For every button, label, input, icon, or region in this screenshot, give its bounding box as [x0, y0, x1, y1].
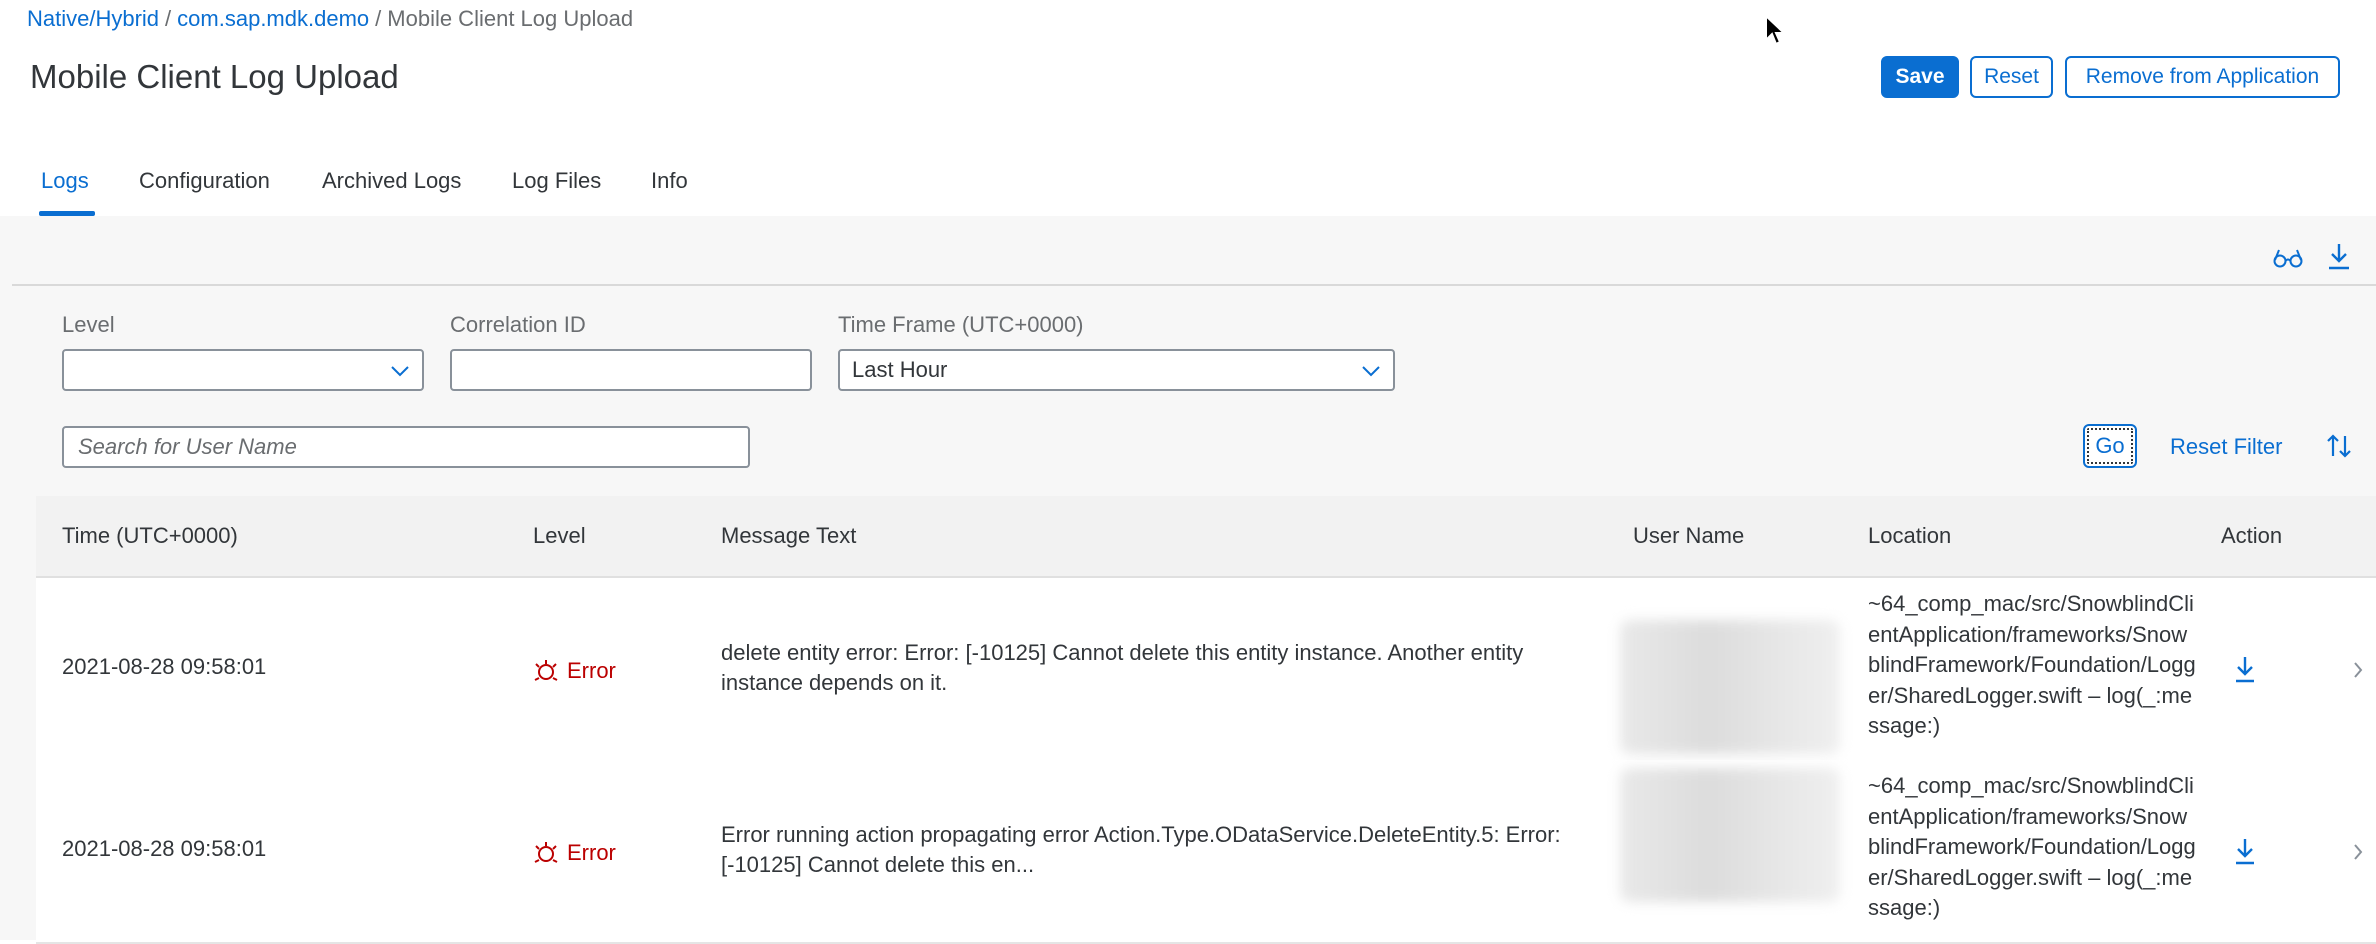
reset-button[interactable]: Reset — [1970, 56, 2053, 98]
row-time: 2021-08-28 09:58:01 — [62, 654, 267, 679]
time-frame-value: Last Hour — [852, 357, 948, 382]
row-location: ~64_comp_mac/src/SnowblindClientApplicat… — [1868, 591, 2196, 738]
row-level: Error — [533, 656, 616, 686]
row-user-name-blurred — [1620, 620, 1840, 754]
correlation-id-label: Correlation ID — [450, 312, 586, 337]
column-header-time[interactable]: Time (UTC+0000) — [62, 496, 238, 576]
tab-configuration[interactable]: Configuration — [139, 150, 270, 218]
reset-filter-button[interactable]: Reset Filter — [2170, 434, 2282, 460]
column-header-user-name[interactable]: User Name — [1633, 496, 1744, 576]
table-row[interactable]: 2021-08-28 09:58:01 Error Error running … — [36, 760, 2376, 944]
table-row[interactable]: 2021-08-28 09:58:01 Error delete entity … — [36, 578, 2376, 762]
chevron-right-icon[interactable] — [2348, 658, 2368, 682]
save-button[interactable]: Save — [1881, 56, 1959, 98]
download-icon[interactable] — [2232, 836, 2258, 866]
row-level-text: Error — [567, 658, 616, 683]
table-header: Time (UTC+0000) Level Message Text User … — [36, 496, 2376, 578]
user-name-search-input[interactable] — [76, 433, 736, 461]
glasses-icon[interactable] — [2272, 242, 2304, 274]
row-level: Error — [533, 838, 616, 868]
tab-archived-logs[interactable]: Archived Logs — [322, 150, 461, 218]
page-title: Mobile Client Log Upload — [30, 58, 399, 95]
row-time: 2021-08-28 09:58:01 — [62, 836, 267, 861]
go-button[interactable]: Go — [2083, 424, 2137, 468]
row-user-name-blurred — [1620, 768, 1840, 902]
mouse-cursor-icon — [1764, 13, 1787, 48]
chevron-down-icon[interactable] — [1359, 359, 1383, 383]
level-select[interactable] — [62, 349, 424, 391]
breadcrumb: Native/Hybrid / com.sap.mdk.demo / Mobile Cl… — [27, 6, 633, 32]
tab-logs[interactable]: Logs — [39, 150, 95, 218]
column-header-message[interactable]: Message Text — [721, 496, 856, 576]
breadcrumb-separator: / — [375, 6, 382, 31]
column-header-level[interactable]: Level — [533, 496, 586, 576]
time-frame-select[interactable]: Last Hour — [838, 349, 1395, 391]
column-header-location[interactable]: Location — [1868, 496, 1951, 576]
download-icon[interactable] — [2324, 240, 2354, 272]
correlation-id-field[interactable] — [450, 349, 812, 391]
row-message: delete entity error: Error: [-10125] Can… — [721, 640, 1524, 695]
toolbar-divider — [12, 284, 2376, 286]
row-level-text: Error — [567, 840, 616, 865]
download-icon[interactable] — [2232, 654, 2258, 684]
tab-log-files[interactable]: Log Files — [512, 150, 601, 218]
remove-from-application-button[interactable]: Remove from Application — [2065, 56, 2340, 98]
chevron-right-icon[interactable] — [2348, 840, 2368, 864]
row-message: Error running action propagating error A… — [721, 822, 1561, 877]
level-filter-label: Level — [62, 312, 115, 337]
error-icon — [533, 658, 559, 684]
breadcrumb-current: Mobile Client Log Upload — [387, 6, 634, 31]
row-location: ~64_comp_mac/src/SnowblindClientApplicat… — [1868, 773, 2196, 920]
tab-info[interactable]: Info — [651, 150, 688, 218]
correlation-id-input[interactable] — [464, 356, 798, 384]
sort-icon[interactable] — [2324, 430, 2354, 462]
breadcrumb-link-native-hybrid[interactable]: Native/Hybrid — [27, 6, 159, 31]
user-name-search-field[interactable] — [62, 426, 750, 468]
chevron-down-icon[interactable] — [388, 359, 412, 383]
time-frame-label: Time Frame (UTC+0000) — [838, 312, 1084, 337]
error-icon — [533, 840, 559, 866]
tab-bar: Logs Configuration Archived Logs Log Fil… — [0, 150, 2376, 218]
breadcrumb-link-app[interactable]: com.sap.mdk.demo — [177, 6, 369, 31]
column-header-action: Action — [2221, 523, 2283, 548]
breadcrumb-separator: / — [165, 6, 172, 31]
